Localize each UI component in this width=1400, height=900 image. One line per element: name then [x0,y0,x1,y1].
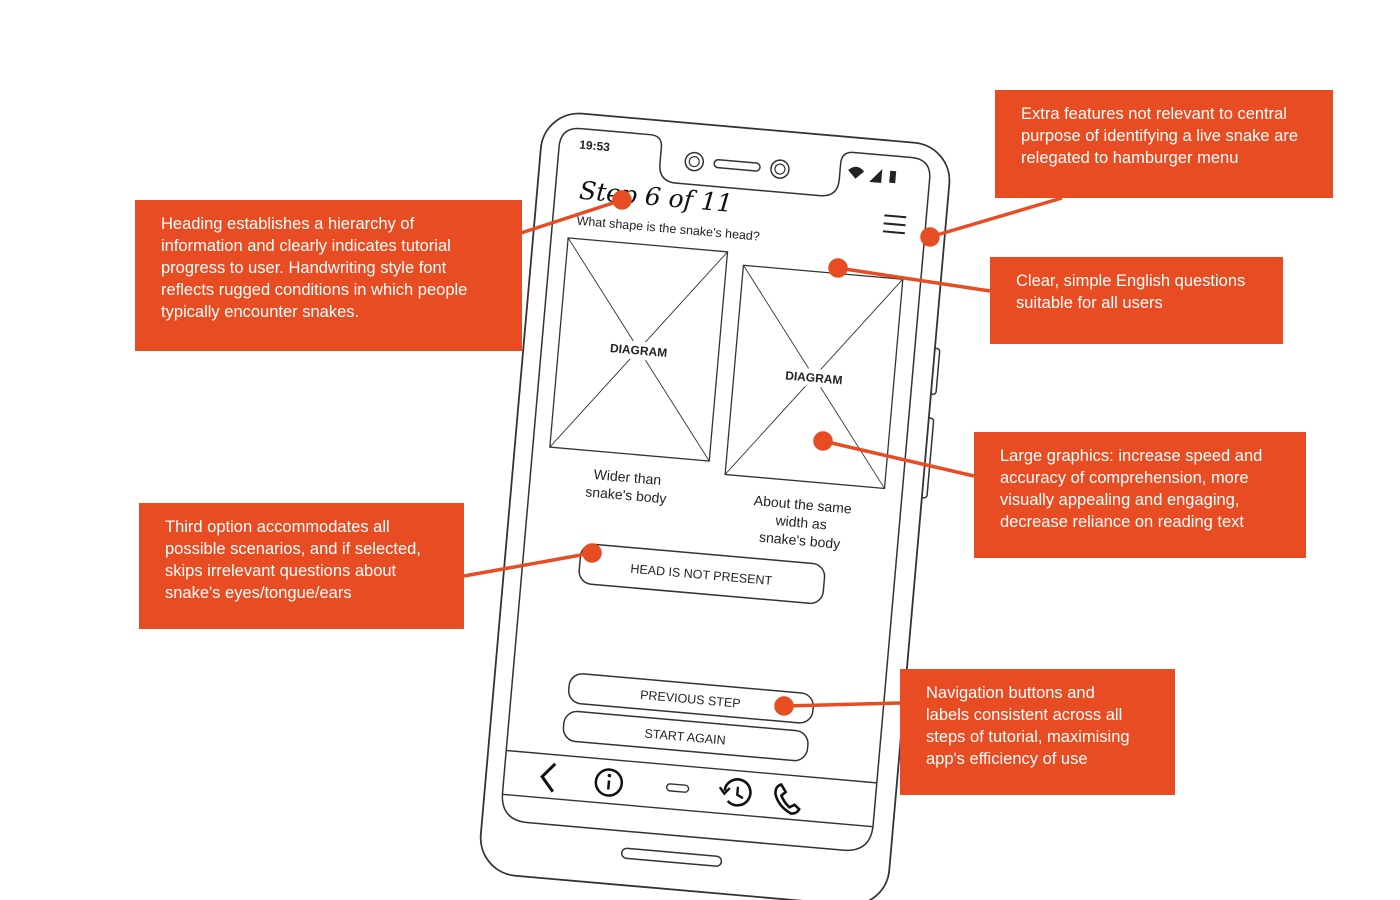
annotation-line: relegated to hamburger menu [1021,149,1239,167]
annotation-line: accuracy of comprehension, more [1000,469,1249,487]
home-pill-icon[interactable] [665,783,690,793]
annotation-line: Large graphics: increase speed and [1000,447,1263,465]
annotation-questions: Clear, simple English questions suitable… [990,257,1283,344]
annotation-heading: Heading establishes a hierarchy of infor… [135,200,522,351]
annotation-line: labels consistent across all [926,706,1123,724]
annotation-line: Heading establishes a hierarchy of [161,215,415,233]
annotation-large-graphics: Large graphics: increase speed and accur… [974,432,1306,558]
annotation-hamburger-menu: Extra features not relevant to central p… [995,90,1333,198]
status-time: 19:53 [579,138,611,155]
annotation-line: Extra features not relevant to central [1021,105,1287,123]
annotation-line: typically encounter snakes. [161,303,360,321]
annotation-line: visually appealing and engaging, [1000,491,1240,509]
annotation-line: Third option accommodates all [165,518,390,536]
annotation-line: skips irrelevant questions about [165,562,397,580]
annotation-line: progress to user. Handwriting style font [161,259,447,277]
annotation-line: reflects rugged conditions in which peop… [161,281,468,299]
annotation-third-option: Third option accommodates all possible s… [139,503,464,629]
battery-icon [889,170,897,184]
annotation-navigation: Navigation buttons and labels consistent… [900,669,1175,795]
annotation-line: app's efficiency of use [926,750,1088,768]
annotation-line: Clear, simple English questions [1016,272,1246,290]
annotation-line: steps of tutorial, maximising [926,728,1130,746]
annotation-line: Navigation buttons and [926,684,1095,702]
annotation-line: information and clearly indicates tutori… [161,237,451,255]
annotation-line: possible scenarios, and if selected, [165,540,421,558]
annotation-line: decrease reliance on reading text [1000,513,1244,531]
annotation-line: suitable for all users [1016,294,1163,312]
info-icon[interactable] [594,768,624,797]
annotation-line: snake's eyes/tongue/ears [165,584,352,602]
annotation-line: purpose of identifying a live snake are [1021,127,1299,145]
